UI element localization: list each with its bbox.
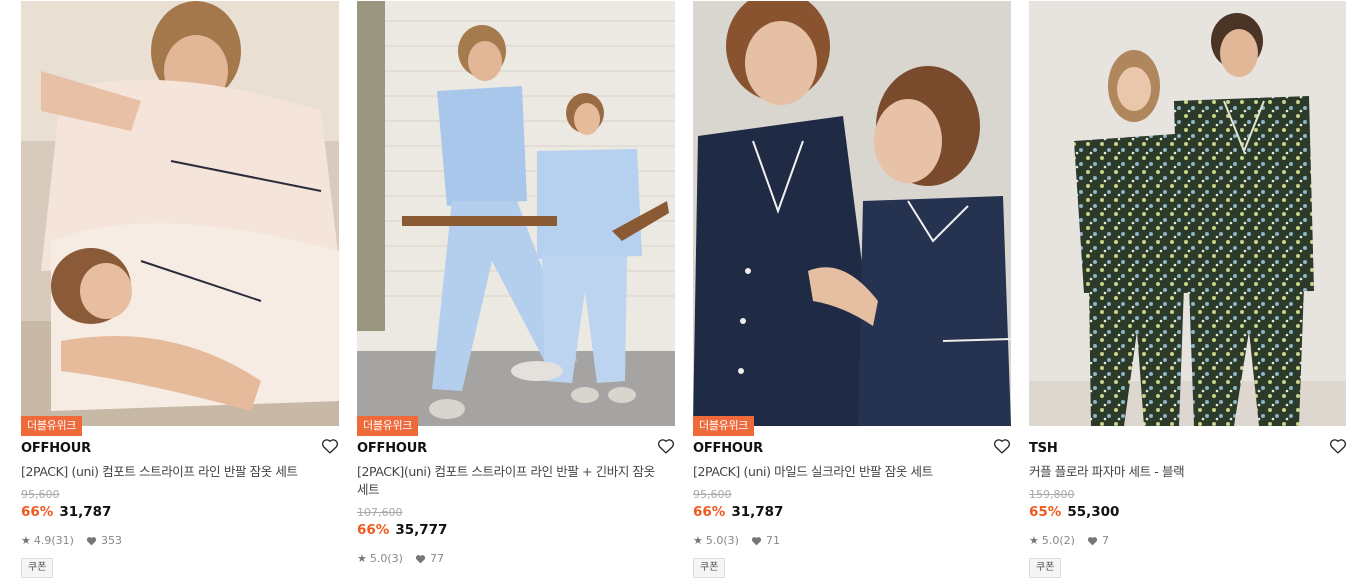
promo-badge: 더블유위크	[21, 416, 83, 436]
sale-price: 35,777	[395, 522, 448, 538]
like-heart-icon	[751, 536, 762, 545]
coupon-tag: 쿠폰	[693, 558, 726, 578]
coupon-tag: 쿠폰	[1029, 558, 1062, 578]
wishlist-heart-icon[interactable]	[321, 438, 339, 454]
original-price: 95,600	[693, 488, 732, 501]
brand-name[interactable]: OFFHOUR	[21, 441, 91, 456]
discount-rate: 66%	[21, 504, 54, 520]
product-image[interactable]	[357, 1, 675, 426]
product-image[interactable]	[693, 1, 1011, 426]
original-price: 95,600	[21, 488, 60, 501]
rating-value: 4.9	[33, 534, 52, 547]
product-photo-pink-pajamas	[21, 1, 339, 426]
coupon-tag: 쿠폰	[21, 558, 54, 578]
discount-rate: 66%	[693, 504, 726, 520]
review-count: (3)	[387, 552, 403, 565]
product-card[interactable]: TSH 커플 플로라 파자마 세트 - 블랙 159,800 65% 55,300…	[1029, 0, 1346, 578]
star-icon: ★	[693, 534, 703, 547]
rating-likes: ★ 5.0 (3) 77	[357, 552, 444, 565]
sale-price: 31,787	[59, 504, 112, 520]
price-line: 65% 55,300	[1029, 504, 1119, 520]
promo-badge: 더블유위크	[357, 416, 419, 436]
product-name[interactable]: [2PACK](uni) 컴포트 스트라이프 라인 반팔 + 긴바지 잠옷 세트	[357, 463, 663, 499]
rating-likes: ★ 5.0 (3) 71	[693, 534, 780, 547]
rating-likes: ★ 4.9 (31) 353	[21, 534, 122, 547]
like-count: 7	[1101, 534, 1109, 547]
price-line: 66% 31,787	[693, 504, 783, 520]
brand-name[interactable]: TSH	[1029, 441, 1058, 456]
discount-rate: 65%	[1029, 504, 1062, 520]
product-name[interactable]: [2PACK] (uni) 컴포트 스트라이프 라인 반팔 잠옷 세트	[21, 463, 327, 481]
like-heart-icon	[86, 536, 97, 545]
like-heart-icon	[415, 554, 426, 563]
rating-value: 5.0	[369, 552, 388, 565]
brand-name[interactable]: OFFHOUR	[693, 441, 763, 456]
product-image[interactable]	[21, 1, 339, 426]
like-heart-icon	[1087, 536, 1098, 545]
like-count: 353	[100, 534, 122, 547]
sale-price: 55,300	[1067, 504, 1120, 520]
like-count: 71	[765, 534, 780, 547]
product-image[interactable]	[1029, 1, 1346, 426]
promo-badge: 더블유위크	[693, 416, 755, 436]
product-name[interactable]: [2PACK] (uni) 마일드 실크라인 반팔 잠옷 세트	[693, 463, 999, 481]
product-card[interactable]: 더블유위크 OFFHOUR [2PACK] (uni) 마일드 실크라인 반팔 …	[693, 0, 1011, 578]
discount-rate: 66%	[357, 522, 390, 538]
product-name[interactable]: 커플 플로라 파자마 세트 - 블랙	[1029, 463, 1335, 481]
star-icon: ★	[357, 552, 367, 565]
product-photo-floral-pajamas	[1029, 1, 1346, 426]
original-price: 107,600	[357, 506, 403, 519]
price-line: 66% 35,777	[357, 522, 447, 538]
wishlist-heart-icon[interactable]	[657, 438, 675, 454]
review-count: (3)	[723, 534, 739, 547]
original-price: 159,800	[1029, 488, 1075, 501]
review-count: (2)	[1059, 534, 1075, 547]
review-count: (31)	[51, 534, 74, 547]
star-icon: ★	[21, 534, 31, 547]
star-icon: ★	[1029, 534, 1039, 547]
rating-value: 5.0	[1041, 534, 1060, 547]
rating-value: 5.0	[705, 534, 724, 547]
price-line: 66% 31,787	[21, 504, 111, 520]
rating-likes: ★ 5.0 (2) 7	[1029, 534, 1109, 547]
product-card[interactable]: 더블유위크 OFFHOUR [2PACK] (uni) 컴포트 스트라이프 라인…	[21, 0, 339, 578]
product-card[interactable]: 더블유위크 OFFHOUR [2PACK](uni) 컴포트 스트라이프 라인 …	[357, 0, 675, 570]
product-photo-blue-pajamas	[357, 1, 675, 426]
sale-price: 31,787	[731, 504, 784, 520]
wishlist-heart-icon[interactable]	[1329, 438, 1346, 454]
like-count: 77	[429, 552, 444, 565]
wishlist-heart-icon[interactable]	[993, 438, 1011, 454]
product-photo-navy-pajamas	[693, 1, 1011, 426]
brand-name[interactable]: OFFHOUR	[357, 441, 427, 456]
